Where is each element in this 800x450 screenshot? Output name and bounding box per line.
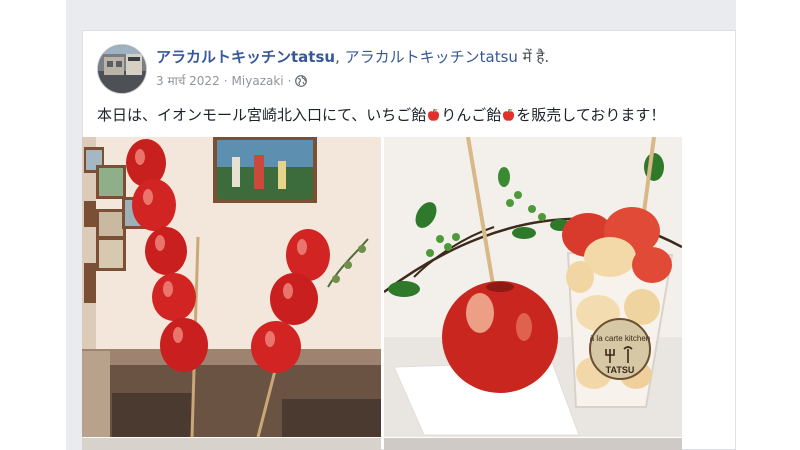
post-text-part3: を販売しております！: [516, 106, 666, 124]
post-message: 本日は、イオンモール宮崎北入口にて、いちご飴 りんご飴 を販売しております！: [97, 104, 665, 125]
post-location-link[interactable]: Miyazaki: [232, 74, 284, 88]
post-photo-candy-apple[interactable]: à la carte kitchen TATSU: [384, 137, 682, 437]
post-text-part2: りんご飴: [441, 106, 502, 124]
meta-separator: ·: [287, 73, 292, 88]
globe-icon[interactable]: [295, 74, 308, 87]
post-photo-strawberry-candy[interactable]: [82, 137, 381, 437]
author-line-separator: ,: [335, 48, 345, 66]
meta-separator: ·: [223, 73, 228, 88]
post-photo-next-row[interactable]: [384, 438, 682, 450]
author-name-link[interactable]: アラカルトキッチンtatsu: [156, 48, 335, 66]
checkin-suffix: में है.: [517, 48, 550, 66]
checkin-place-link[interactable]: アラカルトキッチンtatsu: [345, 48, 518, 66]
sticker-line1: à la carte kitchen: [590, 334, 650, 343]
sticker-line2: TATSU: [606, 365, 635, 375]
apple-emoji-icon: [502, 108, 515, 122]
post-date-link[interactable]: 3 मार्च 2022: [156, 72, 220, 89]
post-author-line: アラカルトキッチンtatsu, アラカルトキッチンtatsu में है.: [156, 46, 549, 67]
author-avatar[interactable]: [97, 44, 147, 94]
post-photo-next-row[interactable]: [82, 438, 381, 450]
post-meta: 3 मार्च 2022 · Miyazaki ·: [156, 72, 308, 89]
apple-emoji-icon: [427, 108, 440, 122]
post-text-part1: 本日は、イオンモール宮崎北入口にて、いちご飴: [97, 106, 427, 124]
